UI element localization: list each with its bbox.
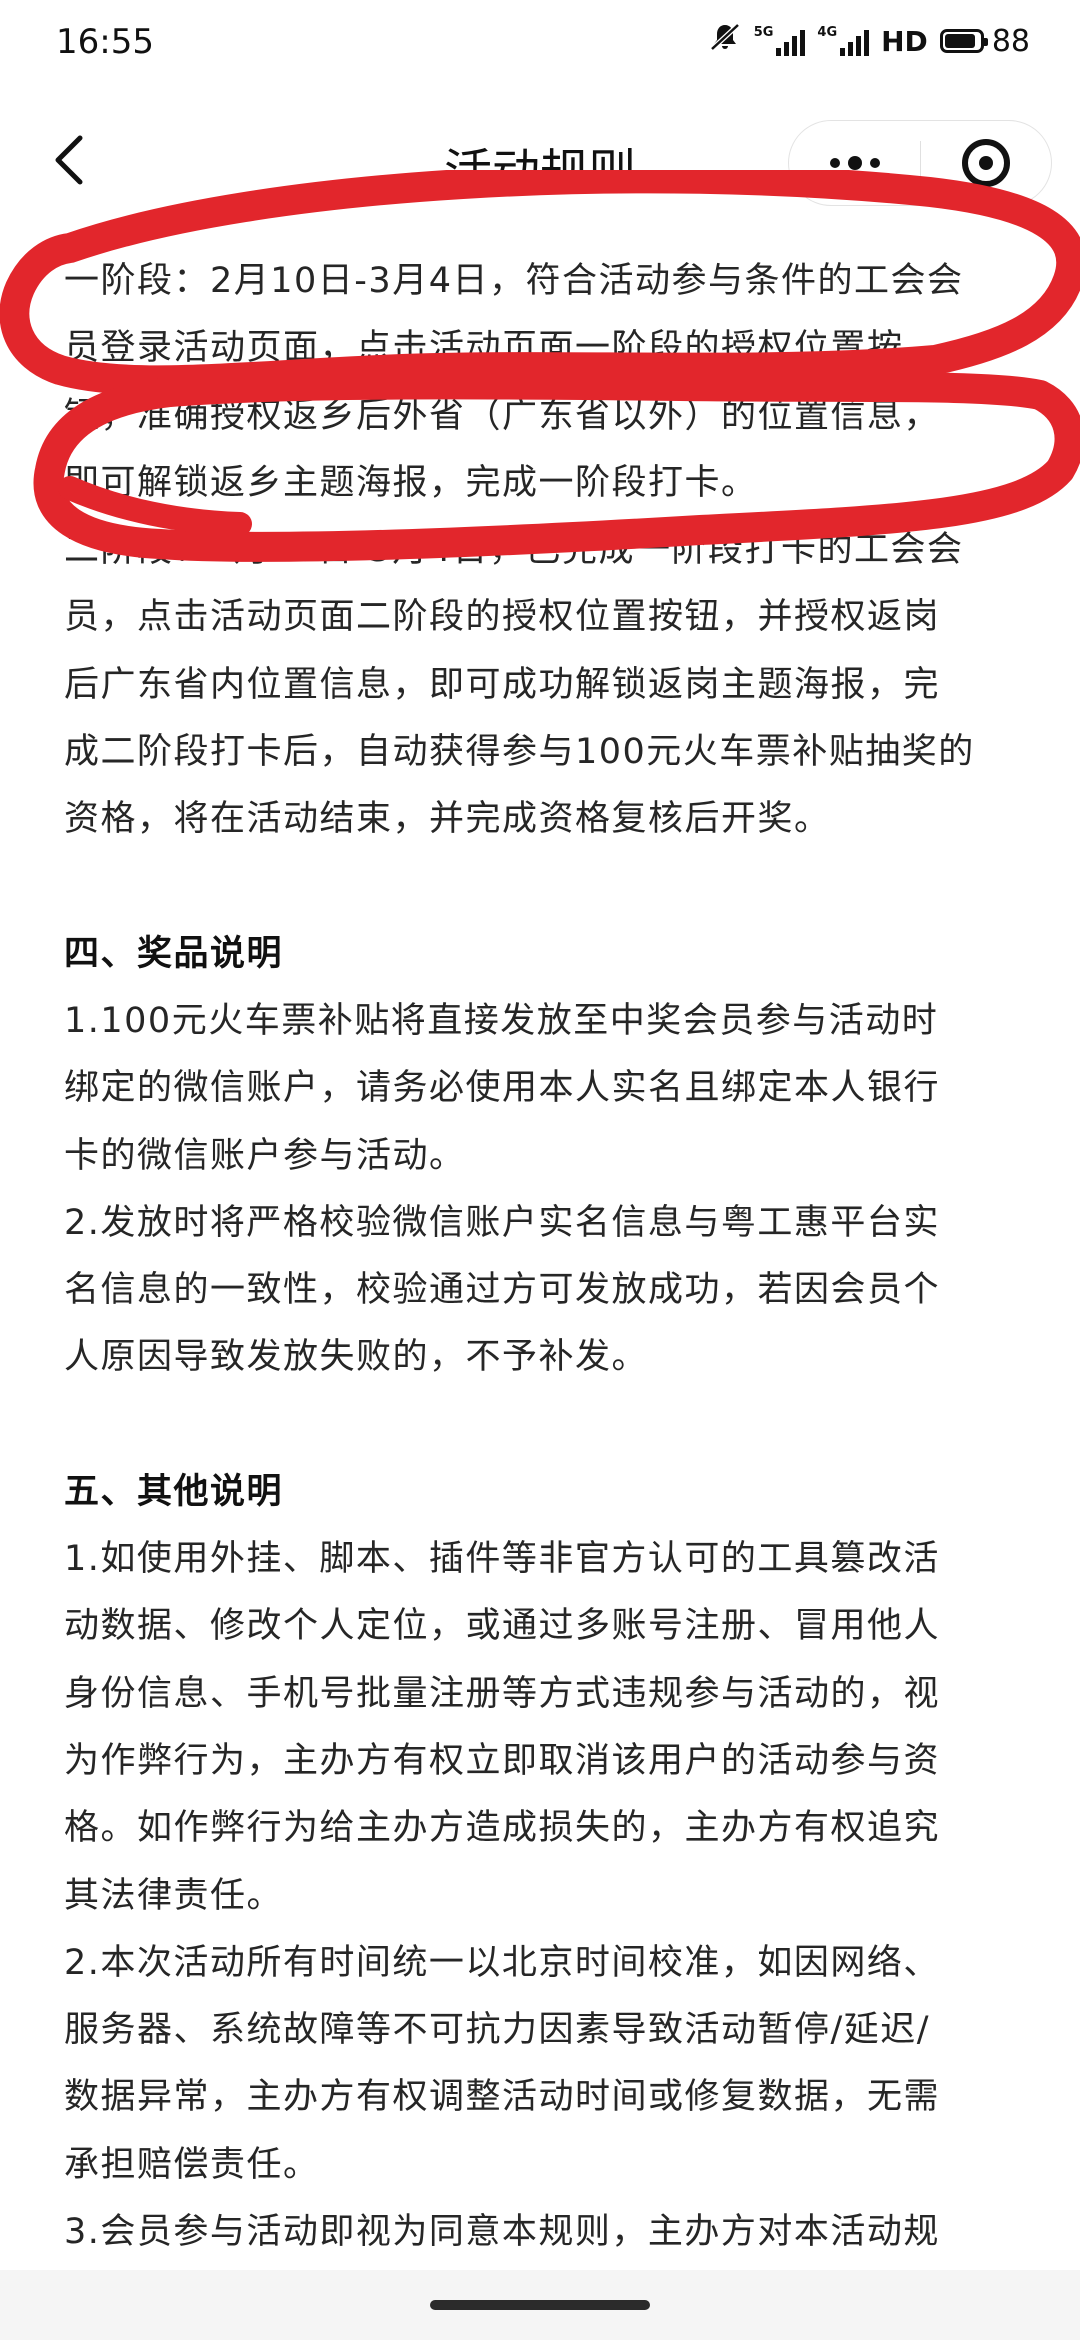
text-line: 员，点击活动页面二阶段的授权位置按钮，并授权返岗 xyxy=(64,597,941,638)
battery-indicator: 88 xyxy=(939,23,1030,59)
text-line: 3.会员参与活动即视为同意本规则，主办方对本活动规 xyxy=(64,2212,940,2253)
close-button[interactable] xyxy=(921,120,1051,206)
text-line: 其法律责任。 xyxy=(64,1875,284,1916)
stage2-paragraph: 二阶段：2月17日-3月4日，已完成一阶段打卡的工会会 员，点击活动页面二阶段的… xyxy=(64,517,1034,853)
text-line: 1.100元火车票补贴将直接发放至中奖会员参与活动时 xyxy=(64,1000,939,1041)
text-line: 名信息的一致性，校验通过方可发放成功，若因会员个 xyxy=(64,1270,941,1311)
section5-item2: 2.本次活动所有时间统一以北京时间校准，如因网络、 服务器、系统故障等不可抗力因… xyxy=(64,1930,1034,2199)
status-icons: 5G 4G HD 88 xyxy=(708,22,1030,60)
text-line: 1.如使用外挂、脚本、插件等非官方认可的工具篡改活 xyxy=(64,1539,940,1580)
text-line: 一阶段：2月10日-3月4日，符合活动参与条件的工会会 xyxy=(64,261,964,301)
text-line: 承担赔偿责任。 xyxy=(64,2144,320,2185)
section4-item2: 2.发放时将严格校验微信账户实名信息与粤工惠平台实 名信息的一致性，校验通过方可… xyxy=(64,1190,1034,1392)
section4-item1: 1.100元火车票补贴将直接发放至中奖会员参与活动时 绑定的微信账户，请务必使用… xyxy=(64,988,1034,1190)
text-line: 卡的微信账户参与活动。 xyxy=(64,1135,466,1176)
stage1-paragraph: 一阶段：2月10日-3月4日，符合活动参与条件的工会会 员登录活动页面，点击活动… xyxy=(64,248,1034,517)
text-line: 即可解锁返乡主题海报，完成一阶段打卡。 xyxy=(64,462,758,503)
signal-4g-icon: 4G xyxy=(817,26,870,56)
text-line: 身份信息、手机号批量注册等方式违规参与活动的，视 xyxy=(64,1673,941,1714)
more-dots-icon xyxy=(829,158,840,168)
text-line: 员登录活动页面，点击活动页面一阶段的授权位置按 xyxy=(64,328,904,369)
text-line: 格。如作弊行为给主办方造成损失的，主办方有权追究 xyxy=(64,1808,941,1849)
more-button[interactable] xyxy=(789,120,920,206)
text-line: 服务器、系统故障等不可抗力因素导致活动暂停/延迟/ xyxy=(64,2010,931,2051)
text-line: 2.本次活动所有时间统一以北京时间校准，如因网络、 xyxy=(64,1942,940,1983)
section4-heading: 四、奖品说明 xyxy=(64,933,284,974)
section5-heading: 五、其他说明 xyxy=(64,1471,284,1512)
text-line: 后广东省内位置信息，即可成功解锁返岗主题海报，完 xyxy=(64,664,941,705)
rules-content: 一阶段：2月10日-3月4日，符合活动参与条件的工会会 员登录活动页面，点击活动… xyxy=(64,248,1034,2266)
mini-program-capsule xyxy=(788,120,1052,206)
mute-icon xyxy=(708,22,742,60)
text-line: 二阶段：2月17日-3月4日，已完成一阶段打卡的工会会 xyxy=(64,530,964,571)
status-bar: 16:55 5G 4G HD 88 xyxy=(0,0,1080,96)
text-line: 为作弊行为，主办方有权立即取消该用户的活动参与资 xyxy=(64,1740,941,1781)
text-line: 动数据、修改个人定位，或通过多账号注册、冒用他人 xyxy=(64,1606,941,1647)
home-indicator[interactable] xyxy=(430,2300,650,2310)
section5-item3: 3.会员参与活动即视为同意本规则，主办方对本活动规 xyxy=(64,2199,1034,2266)
status-time: 16:55 xyxy=(56,22,154,62)
battery-level: 88 xyxy=(991,23,1030,59)
signal-5g-icon: 5G xyxy=(754,26,806,56)
battery-icon xyxy=(939,29,988,53)
text-line: 绑定的微信账户，请务必使用本人实名且绑定本人银行 xyxy=(64,1068,941,1109)
section5-item1: 1.如使用外挂、脚本、插件等非官方认可的工具篡改活 动数据、修改个人定位，或通过… xyxy=(64,1526,1034,1930)
hd-indicator: HD xyxy=(881,24,928,58)
text-line: 资格，将在活动结束，并完成资格复核后开奖。 xyxy=(64,799,831,840)
text-line: 钮，准确授权返乡后外省（广东省以外）的位置信息， xyxy=(64,395,941,436)
battery-fill xyxy=(944,34,975,48)
text-line: 成二阶段打卡后，自动获得参与100元火车票补贴抽奖的 xyxy=(64,732,975,773)
text-line: 数据异常，主办方有权调整活动时间或修复数据，无需 xyxy=(64,2077,941,2118)
text-line: 人原因导致发放失败的，不予补发。 xyxy=(64,1337,649,1378)
target-close-icon xyxy=(962,139,1010,187)
text-line: 2.发放时将严格校验微信账户实名信息与粤工惠平台实 xyxy=(64,1202,940,1243)
nav-bar: 活动规则 xyxy=(0,110,1080,220)
